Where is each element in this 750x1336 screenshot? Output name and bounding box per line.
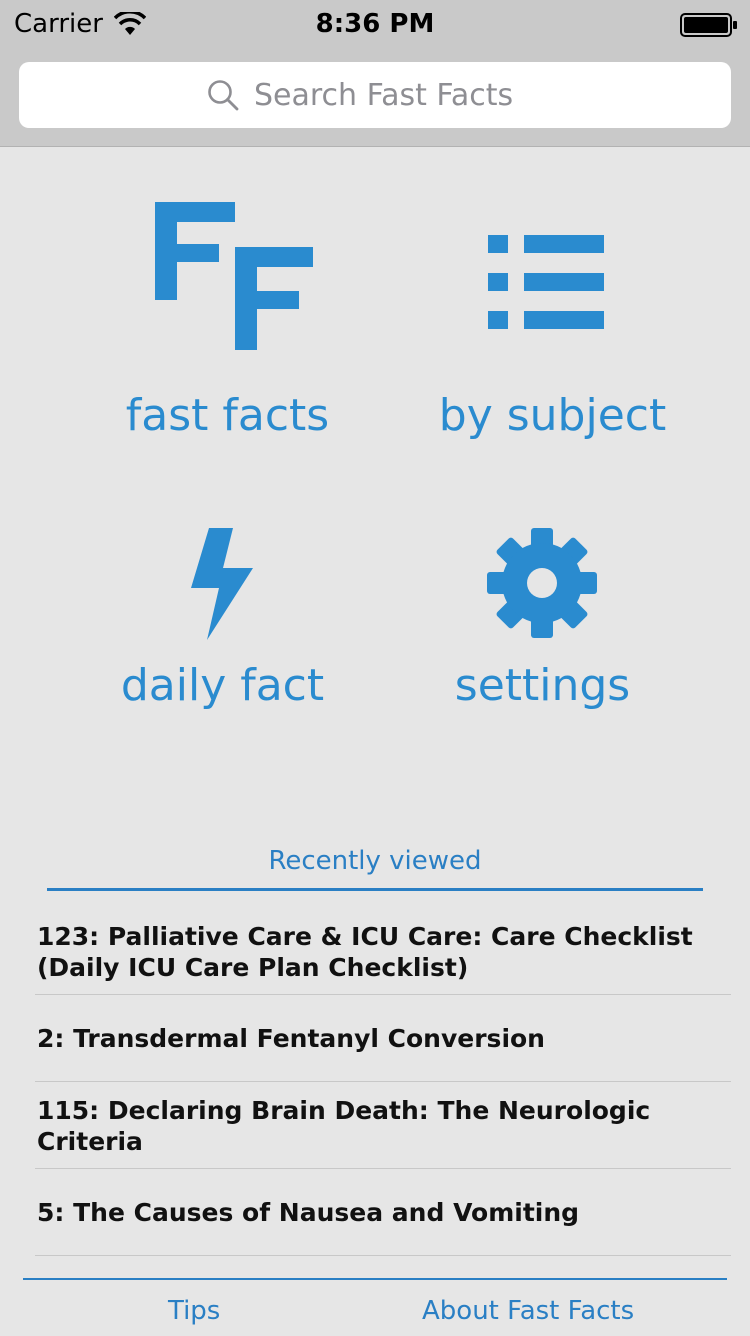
fast-facts-label: fast facts xyxy=(125,390,330,441)
recent-list: 123: Palliative Care & ICU Care: Care Ch… xyxy=(35,908,731,1256)
lightning-bolt-icon xyxy=(191,528,253,640)
settings-label: settings xyxy=(454,660,631,711)
battery-icon xyxy=(680,13,738,41)
gear-icon xyxy=(487,528,597,638)
by-subject-button[interactable]: by subject xyxy=(420,190,685,455)
daily-fact-label: daily fact xyxy=(120,660,325,711)
tips-link[interactable]: Tips xyxy=(168,1296,220,1326)
fast-facts-button[interactable]: fast facts xyxy=(100,190,355,455)
by-subject-label: by subject xyxy=(438,390,667,441)
settings-button[interactable]: settings xyxy=(420,520,665,720)
footer-bar: Tips About Fast Facts xyxy=(23,1278,727,1336)
list-item[interactable]: 2: Transdermal Fentanyl Conversion xyxy=(35,995,731,1082)
search-input[interactable] xyxy=(254,77,544,113)
status-time: 8:36 PM xyxy=(315,9,435,39)
list-item[interactable]: 115: Declaring Brain Death: The Neurolog… xyxy=(35,1082,731,1169)
list-item[interactable]: 123: Palliative Care & ICU Care: Care Ch… xyxy=(35,908,731,995)
recently-viewed-header: Recently viewed xyxy=(47,842,703,891)
search-field[interactable] xyxy=(19,62,731,128)
ff-logo-icon xyxy=(155,202,313,350)
search-icon xyxy=(206,78,240,112)
list-item[interactable]: 5: The Causes of Nausea and Vomiting xyxy=(35,1169,731,1256)
daily-fact-button[interactable]: daily fact xyxy=(100,520,345,720)
search-bar xyxy=(0,50,750,147)
list-icon xyxy=(488,235,604,329)
about-fast-facts-link[interactable]: About Fast Facts xyxy=(422,1296,634,1326)
status-bar: Carrier 8:36 PM xyxy=(0,0,750,50)
